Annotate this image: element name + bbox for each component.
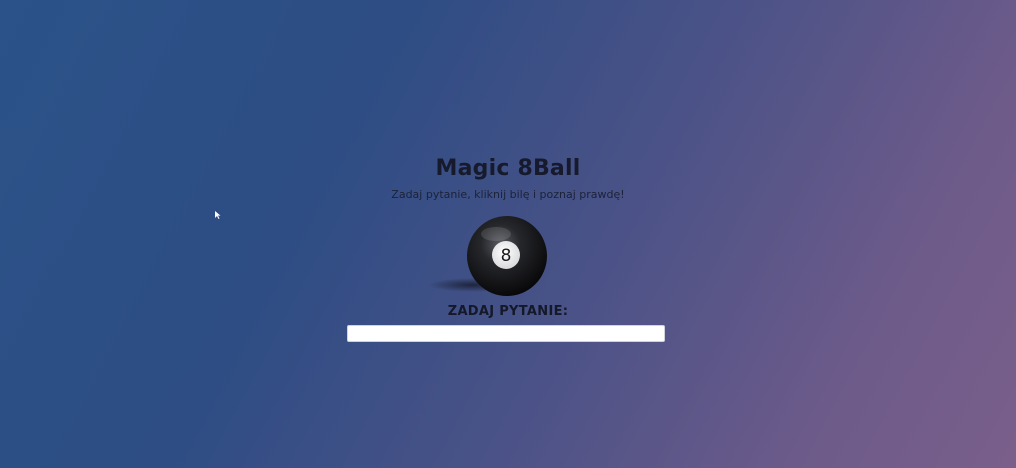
- eight-ball-icon: 8: [428, 216, 547, 296]
- mouse-cursor-icon: [215, 211, 221, 219]
- question-label: ZADAJ PYTANIE:: [447, 304, 569, 319]
- page-subtitle: Zadaj pytanie, kliknij bilę i poznaj pra…: [391, 188, 625, 201]
- ball-number: 8: [501, 246, 512, 266]
- magic-8-ball-button[interactable]: 8: [424, 214, 554, 298]
- ball-highlight: [481, 227, 511, 241]
- page-background: Magic 8Ball Zadaj pytanie, kliknij bilę …: [0, 0, 1016, 468]
- page-title: Magic 8Ball: [435, 156, 581, 181]
- question-input[interactable]: [347, 325, 665, 342]
